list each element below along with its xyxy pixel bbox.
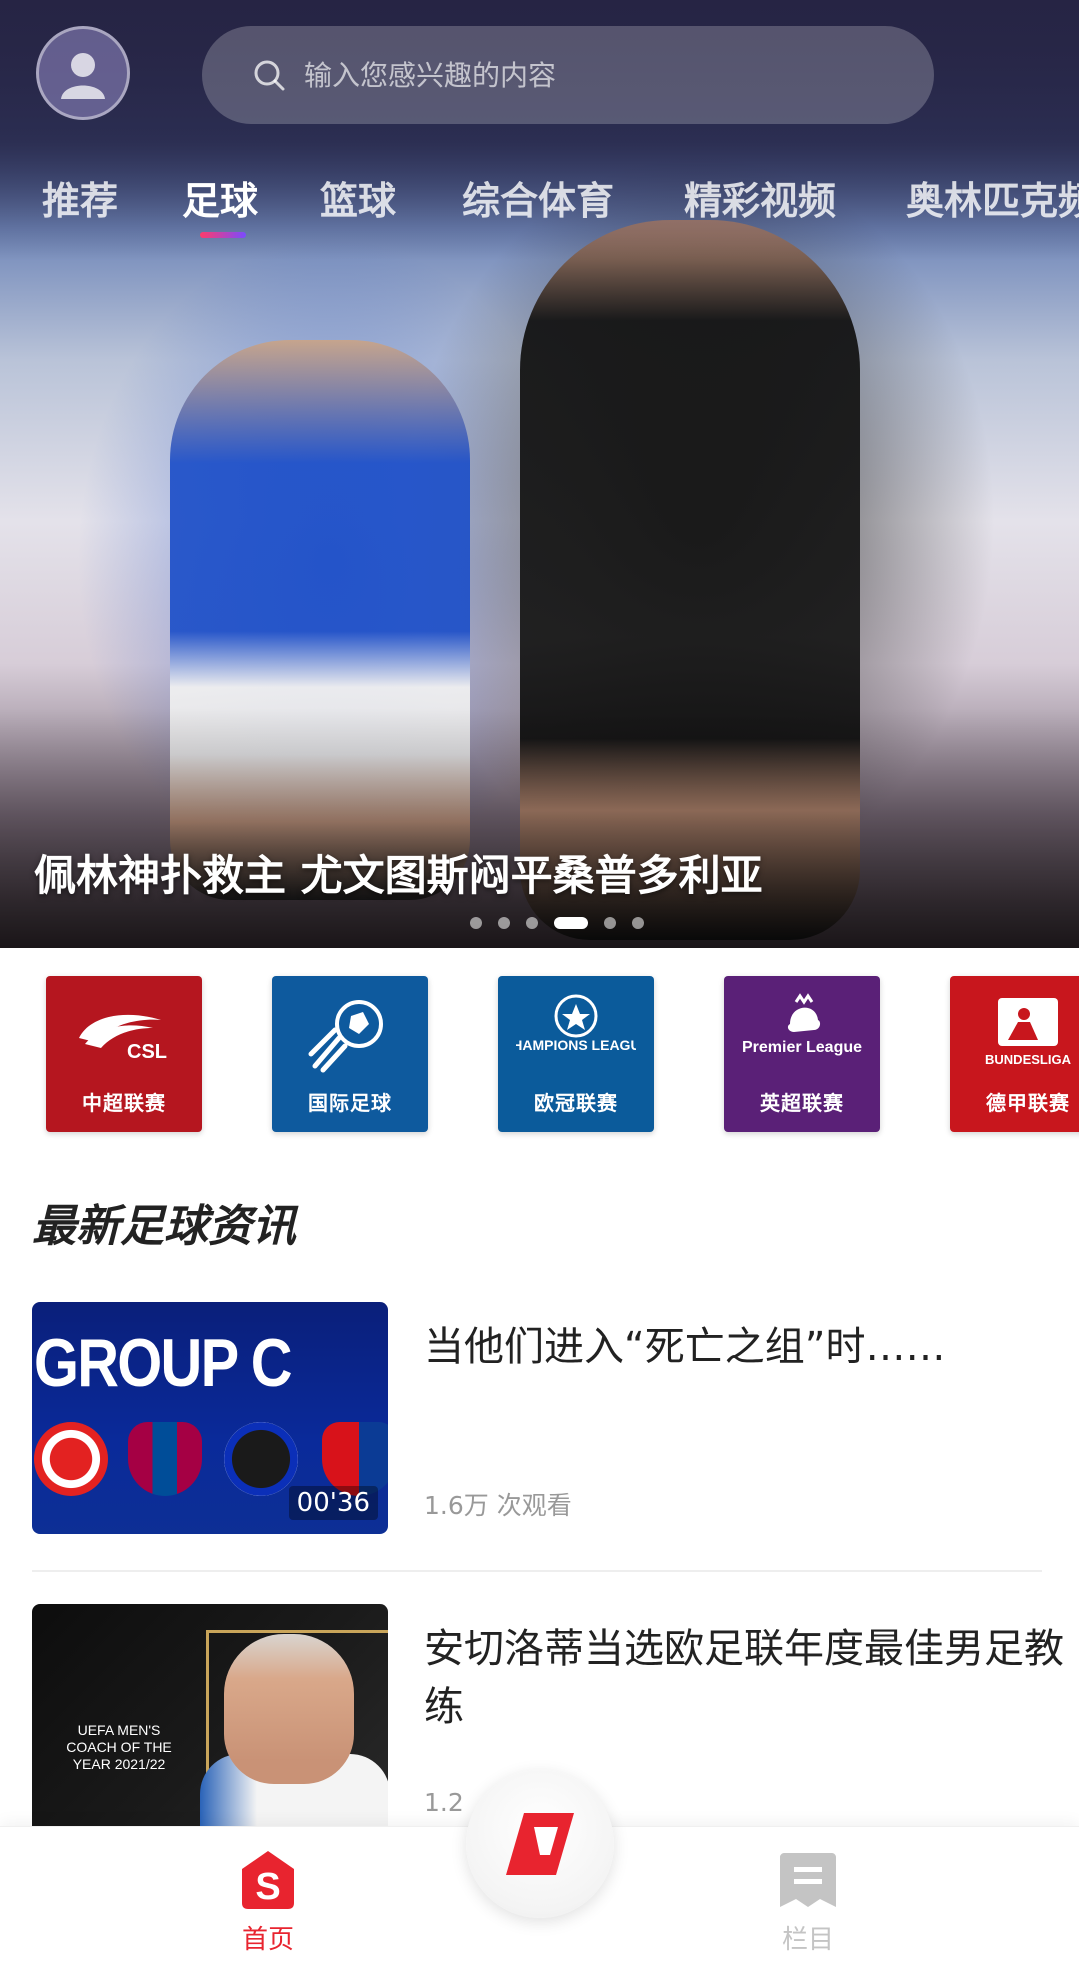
tab-recommend[interactable]: 推荐 <box>42 170 118 225</box>
league-international[interactable]: 国际足球 <box>272 976 428 1132</box>
divider <box>32 1570 1042 1572</box>
search-bar[interactable] <box>202 26 934 124</box>
news-thumbnail[interactable]: GROUP C 00'36 <box>32 1302 388 1534</box>
carousel-dots <box>470 916 644 930</box>
carousel-dot[interactable] <box>604 917 616 929</box>
tab-olympics[interactable]: 奥林匹克频 <box>906 170 1079 225</box>
barcelona-badge-icon <box>128 1422 202 1496</box>
search-icon <box>254 60 285 91</box>
league-bundesliga[interactable]: BUNDESLIGA 德甲联赛 <box>950 976 1079 1132</box>
inter-badge-icon <box>224 1422 298 1496</box>
svg-text:CHAMPIONS LEAGUE: CHAMPIONS LEAGUE <box>516 1037 636 1053</box>
tab-highlight-videos[interactable]: 精彩视频 <box>684 170 836 225</box>
category-tabs: 推荐 足球 篮球 综合体育 精彩视频 奥林匹克频 <box>0 160 1079 240</box>
news-item[interactable]: GROUP C 00'36 当他们进入“死亡之组”时…… 1.6万 次观看 <box>32 1302 1042 1538</box>
bayern-badge-icon <box>34 1422 108 1496</box>
news-headline[interactable]: 安切洛蒂当选欧足联年度最佳男足教练 <box>424 1620 1064 1736</box>
hero-banner[interactable]: 推荐 足球 篮球 综合体育 精彩视频 奥林匹克频 佩林神扑救主 尤文图斯闷平桑普… <box>0 0 1079 948</box>
league-csl[interactable]: CSL 中超联赛 <box>46 976 202 1132</box>
plzen-badge-icon <box>322 1422 388 1496</box>
league-label: 中超联赛 <box>82 1091 166 1115</box>
svg-text:S: S <box>255 1866 280 1908</box>
nav-home[interactable]: S 首页 <box>188 1847 348 1956</box>
league-label: 国际足球 <box>308 1091 392 1115</box>
nav-label: 首页 <box>241 1925 294 1955</box>
news-thumbnail[interactable]: UEFA MEN'S COACH OF THE YEAR 2021/22 <box>32 1604 388 1836</box>
tab-general-sports[interactable]: 综合体育 <box>462 170 614 225</box>
carousel-dot[interactable] <box>470 917 482 929</box>
nav-label: 栏目 <box>781 1925 834 1955</box>
league-premier-league[interactable]: Premier League 英超联赛 <box>724 976 880 1132</box>
hero-title[interactable]: 佩林神扑救主 尤文图斯闷平桑普多利亚 <box>34 842 763 903</box>
carousel-dot[interactable] <box>526 917 538 929</box>
league-label: 英超联赛 <box>760 1091 844 1115</box>
app-logo-icon <box>506 1813 574 1875</box>
thumbnail-text: GROUP C <box>34 1325 293 1401</box>
home-icon: S <box>242 1851 294 1909</box>
league-ucl[interactable]: CHAMPIONS LEAGUE 欧冠联赛 <box>498 976 654 1132</box>
active-tab-indicator <box>200 232 246 238</box>
csl-logo-icon: CSL <box>79 1014 167 1063</box>
column-icon <box>780 1853 836 1907</box>
league-shortcuts: CSL 中超联赛 国际足球 CHAMPIONS LEAGUE 欧冠联赛 <box>0 948 1079 1148</box>
search-input[interactable] <box>304 58 864 92</box>
video-duration: 00'36 <box>288 1486 378 1520</box>
tab-basketball[interactable]: 篮球 <box>320 170 396 225</box>
user-icon <box>61 53 105 99</box>
league-label: 欧冠联赛 <box>534 1091 618 1115</box>
avatar[interactable] <box>36 26 130 120</box>
bundesliga-icon: BUNDESLIGA <box>985 998 1072 1067</box>
view-count: 1.2 <box>424 1788 464 1817</box>
svg-text:Premier League: Premier League <box>742 1039 862 1056</box>
svg-text:BUNDESLIGA: BUNDESLIGA <box>985 1052 1072 1067</box>
league-label: 德甲联赛 <box>986 1091 1070 1115</box>
thumbnail-text: UEFA MEN'S COACH OF THE YEAR 2021/22 <box>66 1722 172 1772</box>
carousel-dot-active[interactable] <box>554 917 588 929</box>
coach-photo <box>224 1634 354 1784</box>
tab-football[interactable]: 足球 <box>182 170 258 225</box>
premier-league-icon: Premier League <box>742 993 862 1056</box>
svg-text:CSL: CSL <box>127 1041 167 1063</box>
view-count: 1.6万 次观看 <box>424 1491 572 1520</box>
center-action-button[interactable] <box>466 1770 614 1918</box>
nav-columns[interactable]: 栏目 <box>728 1847 888 1956</box>
carousel-dot[interactable] <box>632 917 644 929</box>
champions-league-icon: CHAMPIONS LEAGUE <box>516 994 636 1053</box>
football-icon <box>308 1000 383 1073</box>
carousel-dot[interactable] <box>498 917 510 929</box>
news-headline[interactable]: 当他们进入“死亡之组”时…… <box>424 1318 1064 1376</box>
section-title: 最新足球资讯 <box>32 1201 296 1252</box>
